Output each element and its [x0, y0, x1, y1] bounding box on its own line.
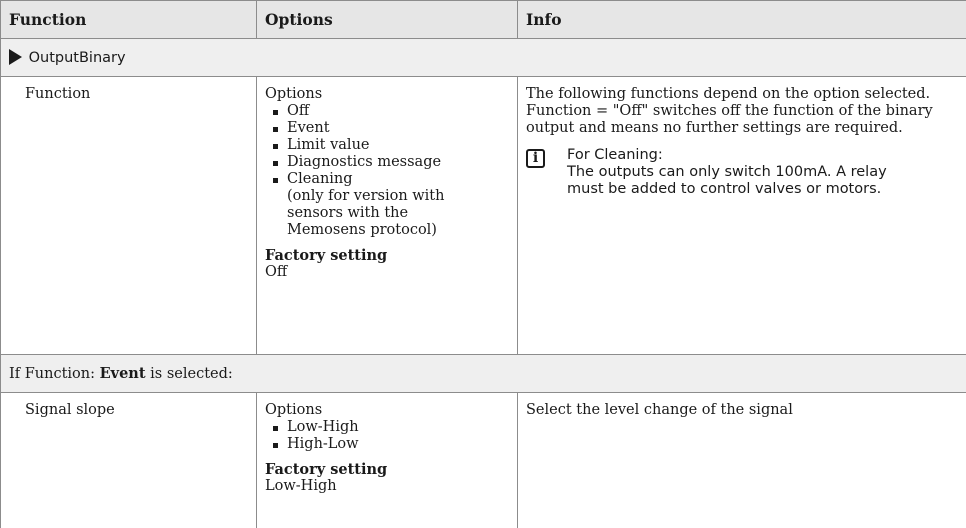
signal-info: Select the level change of the signal — [518, 393, 966, 419]
factory-setting-label: Factory setting — [265, 461, 509, 478]
section-outputbinary: OutputBinary — [1, 39, 966, 77]
section-bold: Event — [100, 365, 146, 382]
section-prefix: If Function: — [9, 366, 100, 382]
parameter-table: Function Options Info OutputBinary Funct… — [0, 0, 966, 528]
factory-setting-value: Off — [265, 264, 509, 281]
header-info: Info — [518, 1, 966, 39]
options-cell: Options Off Event Limit value Diagnostic… — [257, 77, 517, 281]
list-item: Limit value — [265, 137, 509, 154]
signal-options-cell: Options Low-High High-Low Factory settin… — [257, 393, 517, 495]
options-list: Off Event Limit value Diagnostics messag… — [265, 103, 509, 239]
list-item: High-Low — [265, 436, 509, 453]
info-line: Function = "Off" switches off the functi… — [526, 103, 958, 120]
triangle-right-icon — [9, 49, 22, 65]
table-row-function: Function Options Off Event Limit value D… — [1, 77, 966, 355]
function-name: Function — [1, 77, 256, 103]
header-options: Options — [257, 1, 518, 39]
list-item: Event — [265, 120, 509, 137]
table-row-signal-slope: Signal slope Options Low-High High-Low F… — [1, 393, 966, 528]
info-line: The following functions depend on the op… — [526, 86, 958, 103]
options-list: Low-High High-Low — [265, 419, 509, 453]
note-title: For Cleaning: — [567, 147, 958, 164]
cleaning-note-2: sensors with the — [287, 205, 408, 221]
list-item: Diagnostics message — [265, 154, 509, 171]
note-block: i For Cleaning: The outputs can only swi… — [526, 147, 958, 198]
signal-slope-name: Signal slope — [1, 393, 256, 419]
header-function: Function — [1, 1, 257, 39]
section-event: If Function: Event is selected: — [1, 355, 966, 393]
table-header-row: Function Options Info — [1, 1, 966, 39]
list-item: Low-High — [265, 419, 509, 436]
info-cell: The following functions depend on the op… — [518, 77, 966, 198]
factory-setting-value: Low-High — [265, 478, 509, 495]
info-line: output and means no further settings are… — [526, 120, 958, 137]
list-item: Off — [265, 103, 509, 120]
cleaning-note-1: (only for version with — [287, 188, 444, 204]
factory-setting-label: Factory setting — [265, 247, 509, 264]
options-title: Options — [265, 86, 509, 103]
options-title: Options — [265, 402, 509, 419]
list-item: Cleaning (only for version with sensors … — [265, 171, 509, 239]
option-cleaning: Cleaning — [287, 171, 353, 187]
section-suffix: is selected: — [146, 366, 233, 382]
info-icon: i — [526, 149, 545, 168]
note-line: The outputs can only switch 100mA. A rel… — [567, 164, 958, 181]
section-title: OutputBinary — [29, 50, 126, 66]
note-line: must be added to control valves or motor… — [567, 181, 958, 198]
cleaning-note-3: Memosens protocol) — [287, 222, 437, 238]
